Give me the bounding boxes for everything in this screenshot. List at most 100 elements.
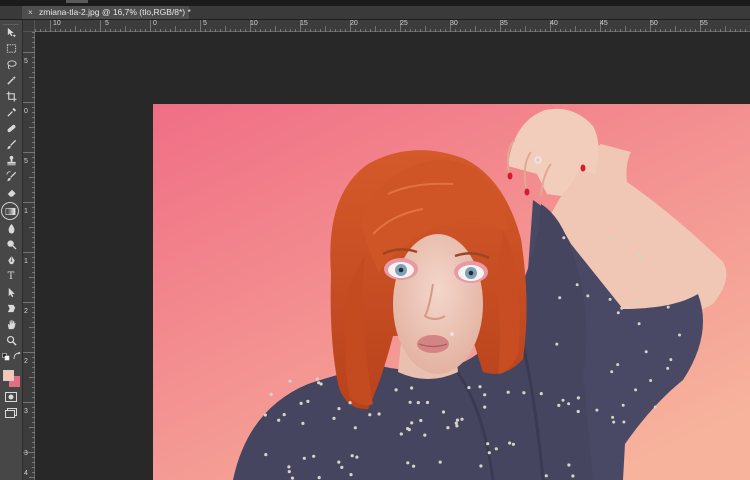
right-pupil xyxy=(468,270,474,276)
screen-mode-icon[interactable] xyxy=(5,408,17,418)
shirt-stud xyxy=(446,426,450,430)
eyedropper-tool[interactable] xyxy=(3,105,19,120)
move-tool[interactable] xyxy=(3,25,19,40)
shirt-stud xyxy=(567,463,571,467)
ruler-label: 5 xyxy=(24,158,28,165)
shirt-stud xyxy=(406,427,410,431)
shirt-stud xyxy=(455,424,459,428)
hand-icon xyxy=(7,319,16,330)
shape-icon xyxy=(7,304,15,313)
lasso-tool[interactable] xyxy=(3,57,19,72)
shirt-stud xyxy=(616,363,620,367)
ruler-label: 10 xyxy=(53,20,61,27)
face xyxy=(393,234,483,374)
shirt-stud xyxy=(576,409,580,414)
nail-2 xyxy=(524,188,530,196)
photo-content xyxy=(153,104,750,480)
document-image[interactable] xyxy=(153,104,750,480)
vertical-ruler[interactable]: 5 0 5 1 1 2 2 3 3 4 xyxy=(23,32,35,480)
pen-tool[interactable] xyxy=(3,253,19,268)
move-icon xyxy=(7,27,16,38)
type-tool[interactable]: T xyxy=(3,269,19,284)
arrow-icon xyxy=(8,287,15,298)
eyedropper-icon xyxy=(6,107,16,117)
ruler-label: 55 xyxy=(700,20,708,27)
shirt-stud xyxy=(486,442,490,446)
ruler-label: 10 xyxy=(250,20,258,27)
lasso-icon xyxy=(6,60,17,70)
ruler-label: 3 xyxy=(24,450,28,457)
shirt-stud xyxy=(487,451,491,455)
foreground-color-swatch[interactable] xyxy=(3,370,14,381)
shirt-stud xyxy=(277,418,281,422)
gradient-icon xyxy=(5,207,15,215)
ruler-label: 25 xyxy=(400,20,408,27)
horizontal-ruler-ticks xyxy=(35,20,746,32)
marquee-tool[interactable] xyxy=(3,41,19,56)
ruler-label: 5 xyxy=(105,20,109,27)
zoom-icon xyxy=(6,335,17,346)
shirt-stud xyxy=(637,253,641,257)
shirt-stud xyxy=(508,441,512,445)
shirt-stud xyxy=(454,421,458,425)
shirt-stud xyxy=(306,399,310,403)
blur-tool[interactable] xyxy=(3,221,19,236)
shirt-stud xyxy=(511,442,515,446)
ruler-label: 5 xyxy=(24,58,28,65)
shirt-stud xyxy=(263,413,267,417)
shirt-stud xyxy=(340,465,344,469)
tab-close-icon[interactable]: × xyxy=(28,6,33,19)
shirt-stud xyxy=(287,470,291,474)
dodge-icon xyxy=(6,240,17,250)
dodge-tool[interactable] xyxy=(3,237,19,252)
zoom-tool[interactable] xyxy=(3,333,19,348)
shirt-stud xyxy=(608,297,612,301)
hand-tool[interactable] xyxy=(3,317,19,332)
ruler-label: 1 xyxy=(24,208,28,215)
gradient-tool[interactable] xyxy=(1,202,19,220)
shirt-stud xyxy=(416,401,420,405)
shape-tool[interactable] xyxy=(3,301,19,316)
shirt-stud xyxy=(653,405,657,409)
ruler-label: 0 xyxy=(153,20,157,27)
ruler-label: 2 xyxy=(24,358,28,365)
shirt-stud xyxy=(299,401,303,405)
shirt-stud xyxy=(337,407,341,411)
swap-colors-icon[interactable] xyxy=(13,352,21,360)
document-tab[interactable]: × zmiana-tla-2.jpg @ 16,7% (tlo,RGB/8*) … xyxy=(22,6,191,19)
shirt-stud xyxy=(312,454,316,458)
brush-icon xyxy=(6,139,16,150)
shirt-stud xyxy=(337,460,341,464)
crop-tool[interactable] xyxy=(3,89,19,104)
shirt-stud xyxy=(678,333,681,337)
shirt-stud xyxy=(269,392,273,396)
nail-3 xyxy=(580,164,586,172)
healing-brush-tool[interactable] xyxy=(3,121,19,136)
quick-selection-tool[interactable] xyxy=(3,73,19,88)
canvas-workspace[interactable] xyxy=(35,32,750,480)
shirt-stud xyxy=(666,305,670,309)
shirt-stud xyxy=(567,402,571,406)
shirt-stud xyxy=(287,465,291,469)
shirt-stud xyxy=(478,385,482,389)
magic-wand-icon xyxy=(6,75,16,85)
shirt-stud xyxy=(264,453,268,457)
history-brush-tool[interactable] xyxy=(3,169,19,184)
shirt-stud xyxy=(368,413,372,417)
shirt-stud xyxy=(317,381,321,385)
default-colors-icon[interactable] xyxy=(2,353,10,361)
shirt-stud xyxy=(438,460,442,464)
shirt-stud xyxy=(634,388,638,392)
eraser-tool[interactable] xyxy=(3,185,19,200)
brush-tool[interactable] xyxy=(3,137,19,152)
path-selection-tool[interactable] xyxy=(3,285,19,300)
shirt-stud xyxy=(571,474,575,478)
ruler-origin[interactable] xyxy=(23,20,35,32)
horizontal-ruler[interactable]: 10 5 0 5 10 15 20 25 30 35 40 45 50 55 xyxy=(35,20,750,32)
shirt-stud xyxy=(644,350,648,354)
lips xyxy=(417,335,449,353)
shirt-stud xyxy=(612,420,616,424)
quick-mask-icon[interactable] xyxy=(5,392,17,402)
crop-icon xyxy=(5,91,17,102)
clone-stamp-tool[interactable] xyxy=(3,153,19,168)
